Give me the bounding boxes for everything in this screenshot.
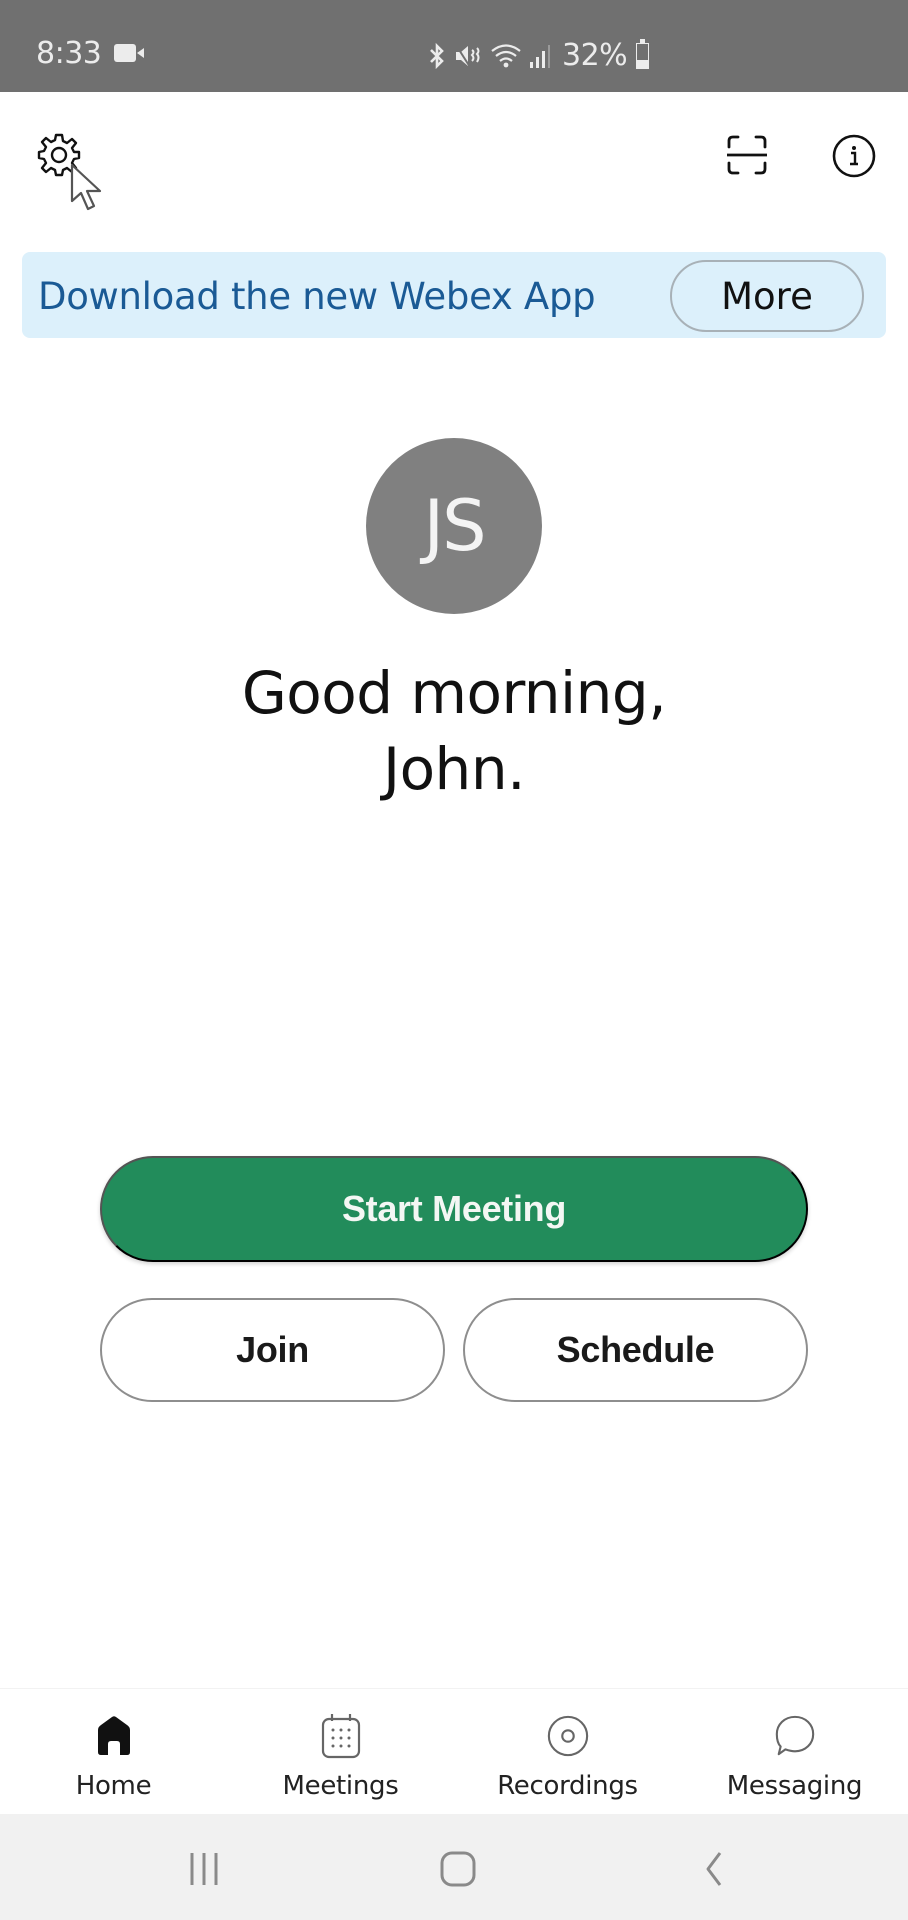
nav-label-recordings: Recordings [497,1771,638,1801]
recording-icon [546,1713,590,1759]
back-chevron-icon [706,1852,722,1886]
bottom-nav: Home Meetings Recordings Messaging [0,1688,908,1814]
banner-text: Download the new Webex App [38,275,596,318]
nav-label-meetings: Meetings [282,1771,399,1801]
system-nav-bar [0,1814,908,1920]
nav-item-messaging[interactable]: Messaging [681,1689,908,1814]
status-bar: 8:33 32% [0,0,908,92]
more-button[interactable]: More [670,260,864,332]
home-icon [92,1713,136,1759]
mute-icon [455,43,480,68]
start-meeting-button[interactable]: Start Meeting [100,1156,808,1262]
wifi-icon [491,43,521,67]
nav-item-meetings[interactable]: Meetings [227,1689,454,1814]
avatar-initials: JS [423,485,486,567]
battery-fill [637,59,649,68]
status-time: 8:33 [36,36,102,71]
mouse-cursor-icon [70,163,102,211]
greeting: Good morning, John. [0,655,908,807]
info-button[interactable] [830,132,878,180]
recents-icon [190,1853,218,1885]
bluetooth-icon [430,42,444,69]
nav-item-home[interactable]: Home [0,1689,227,1814]
join-button[interactable]: Join [100,1298,445,1402]
chat-bubble-icon [773,1713,817,1759]
avatar[interactable]: JS [366,438,542,614]
calendar-icon [319,1713,363,1759]
schedule-button[interactable]: Schedule [463,1298,808,1402]
scan-button[interactable] [722,130,772,180]
home-circle-icon [440,1851,476,1887]
greeting-line-1: Good morning, [241,659,667,727]
scan-icon [727,135,767,175]
screen-record-icon [114,44,144,62]
nav-label-messaging: Messaging [726,1771,863,1801]
info-icon [832,134,876,178]
signal-icon [530,44,550,68]
back-button[interactable] [684,1844,744,1894]
home-system-button[interactable] [428,1844,488,1894]
battery-icon [636,38,650,69]
download-app-banner: Download the new Webex App More [22,252,886,338]
nav-item-recordings[interactable]: Recordings [454,1689,681,1814]
recents-button[interactable] [174,1844,234,1894]
status-icons: 32% [426,38,650,73]
battery-percent: 32% [562,38,628,73]
nav-label-home: Home [75,1771,152,1801]
greeting-line-2: John. [382,735,526,803]
